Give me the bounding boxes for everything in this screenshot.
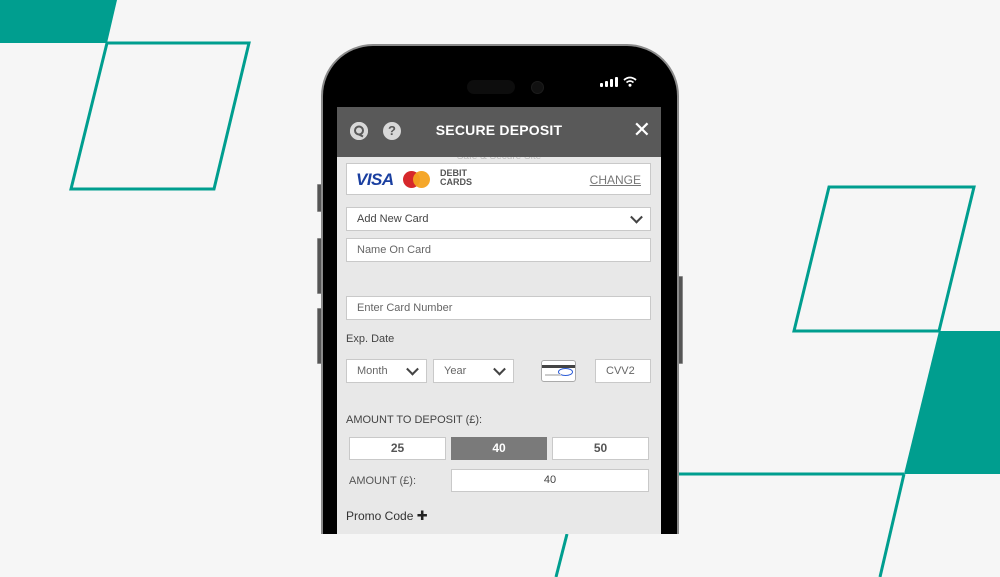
wifi-icon [623,76,637,87]
card-select[interactable]: Add New Card [346,207,651,231]
amount-value: 40 [543,474,557,486]
cvv-input[interactable]: CVV2 [595,359,651,383]
card-number-input[interactable]: Enter Card Number [346,296,651,320]
chevron-down-icon [493,362,506,376]
payment-method-bar: VISA DEBIT CARDS CHANGE [346,163,651,195]
cvv-placeholder: CVV2 [606,365,635,377]
amount-label: AMOUNT (£): [349,475,417,487]
month-select-value: Month [357,365,388,377]
visa-logo: VISA [356,170,394,189]
name-on-card-input[interactable]: Name On Card [346,238,651,262]
deposit-header: ? SECURE DEPOSIT ✕ [337,107,661,157]
signal-bars-icon [600,77,618,87]
phone-mockup: ? SECURE DEPOSIT ✕ Safe & Secure Site VI… [317,44,683,534]
amount-preset-25[interactable]: 25 [349,437,446,460]
plus-icon: ✚ [416,508,428,523]
outline-parallelogram-left [69,41,251,191]
page-title: SECURE DEPOSIT [435,122,563,138]
close-icon[interactable]: ✕ [633,119,651,141]
teal-line-diagonal-bottom [554,533,569,577]
phone-speaker [467,80,515,94]
phone-camera [531,81,544,94]
amount-preset-40[interactable]: 40 [451,437,547,460]
promo-code-toggle[interactable]: Promo Code ✚ [346,508,428,524]
cvv-card-icon [541,360,576,382]
month-select[interactable]: Month [346,359,427,383]
chevron-down-icon [406,362,419,376]
teal-line-diagonal-right [878,473,906,577]
mastercard-logo-orange [413,171,430,188]
debit-cards-logo: DEBIT CARDS [440,169,472,187]
debit-line2: CARDS [440,177,473,187]
amount-preset-50[interactable]: 50 [552,437,649,460]
outline-parallelogram-right [792,185,976,333]
deposit-screen: ? SECURE DEPOSIT ✕ Safe & Secure Site VI… [337,107,661,534]
change-payment-link[interactable]: CHANGE [590,173,641,187]
year-select[interactable]: Year [433,359,514,383]
card-number-placeholder: Enter Card Number [357,302,453,314]
amount-input[interactable]: 40 [451,469,649,492]
promo-code-label: Promo Code [346,509,414,523]
teal-block-right [904,331,1000,474]
card-select-value: Add New Card [357,213,429,225]
name-on-card-placeholder: Name On Card [357,244,431,256]
amount-to-deposit-label: AMOUNT TO DEPOSIT (£): [346,414,483,426]
status-bar [600,76,637,87]
teal-block-top-left [0,0,117,43]
chevron-down-icon [630,210,643,224]
year-select-value: Year [444,365,467,377]
exp-date-label: Exp. Date [346,333,395,345]
